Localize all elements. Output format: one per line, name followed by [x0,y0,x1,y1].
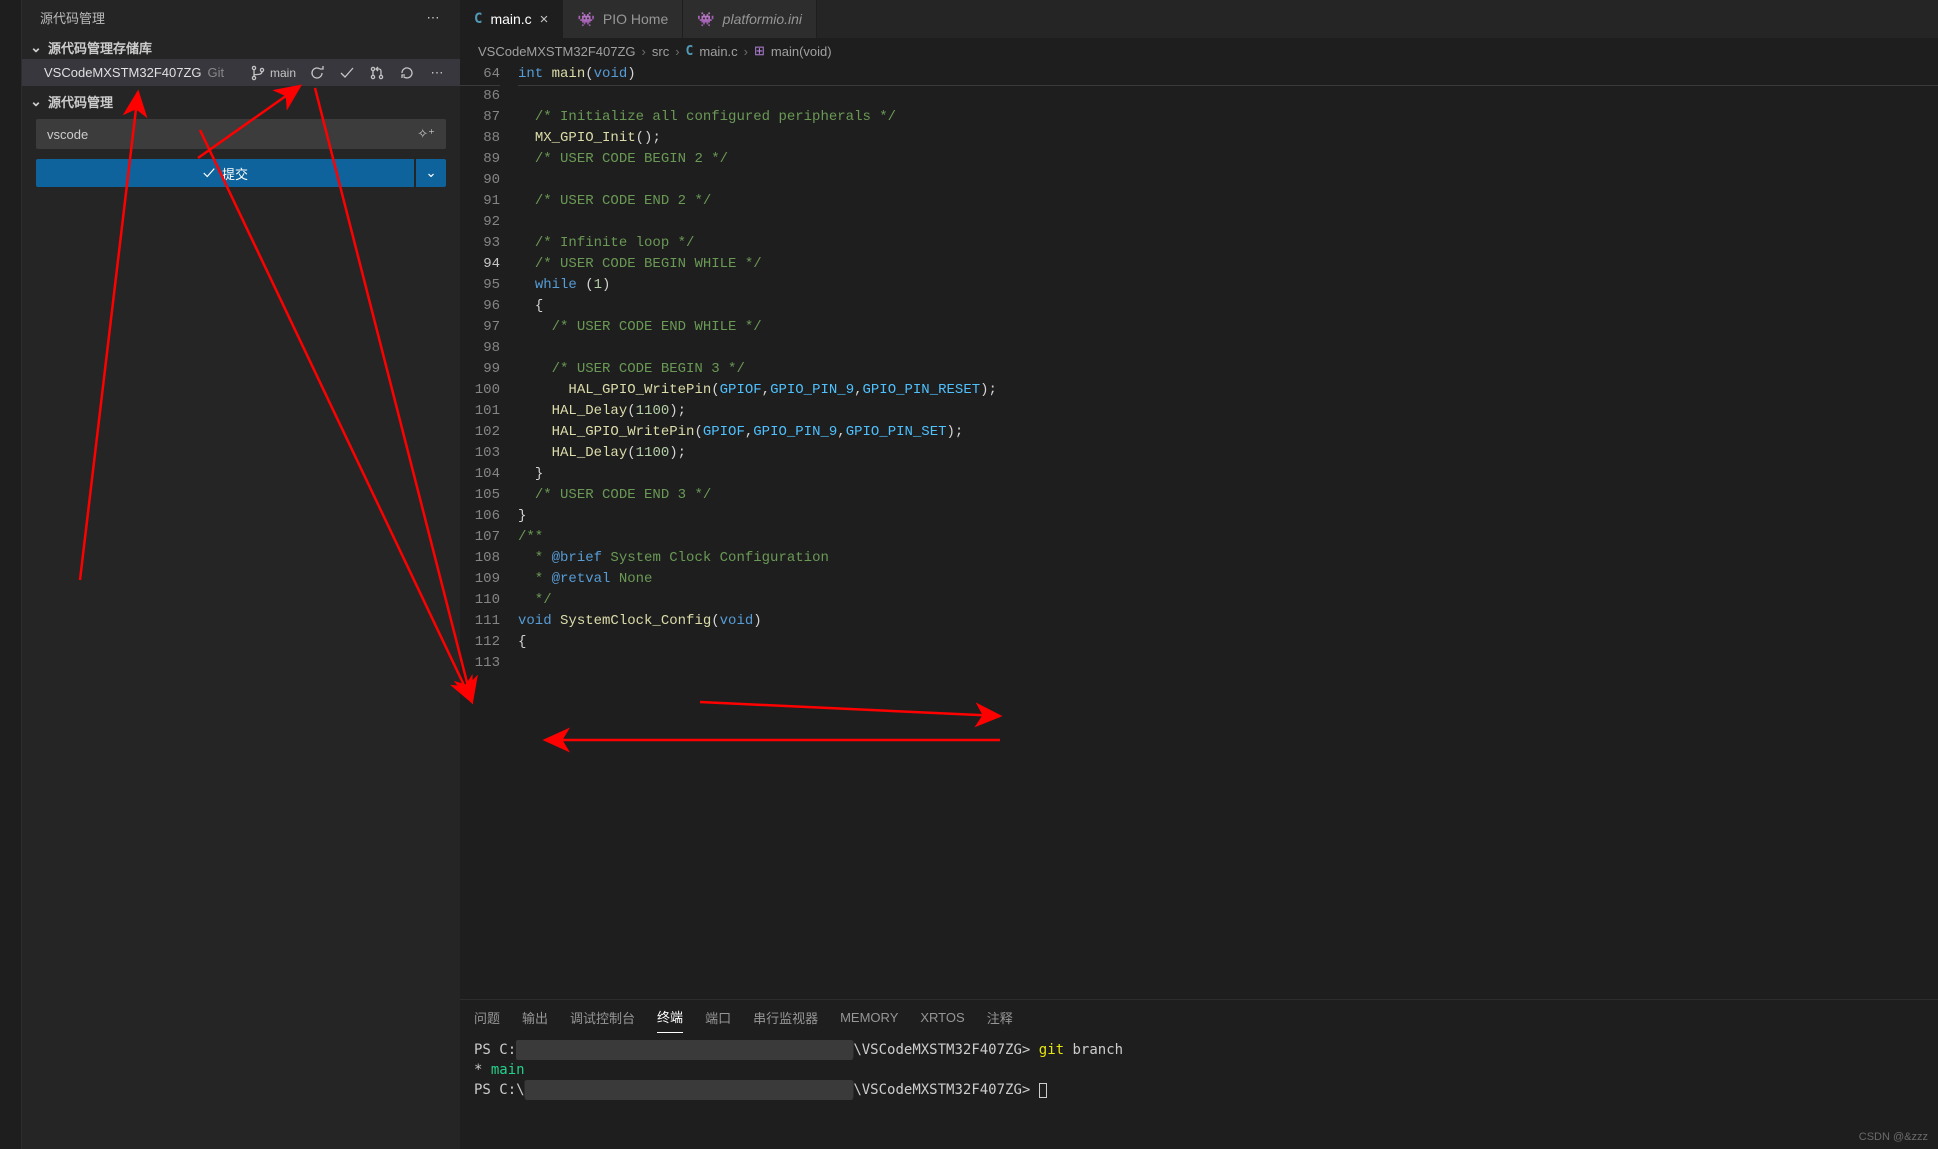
commit-message-text: vscode [47,127,88,142]
panel-tab-串行监视器[interactable]: 串行监视器 [753,1002,818,1033]
term-prompt: PS C: [474,1042,516,1058]
panel-tab-注释[interactable]: 注释 [987,1002,1013,1033]
pull-request-icon[interactable] [368,64,386,82]
term-path2-suffix: \VSCodeMXSTM32F407ZG> [853,1082,1030,1098]
function-icon: ⊞ [754,43,765,59]
repo-vcs: Git [208,65,225,80]
bc-project: VSCodeMXSTM32F407ZG [478,44,636,59]
term-cmd: git [1039,1042,1064,1058]
chevron-down-icon: ⌄ [28,39,44,56]
commit-button[interactable]: 提交 [36,159,414,187]
activity-bar [0,0,22,1149]
tab-pio-home[interactable]: 👾 PIO Home [563,0,683,38]
panel-tab-调试控制台[interactable]: 调试控制台 [570,1002,635,1033]
chevron-down-icon: ⌄ [28,93,44,110]
bc-file: main.c [699,44,737,59]
c-file-icon: C [474,11,482,27]
term-prompt2: PS C:\ [474,1082,525,1098]
commit-button-label: 提交 [222,164,248,183]
repo-name: VSCodeMXSTM32F407ZG [44,65,202,80]
pio-icon: 👾 [577,11,594,28]
redacted-path: ████████████████████████████████████████ [516,1040,853,1060]
chevron-right-icon: › [642,44,646,59]
section-repos-label: 源代码管理存储库 [48,38,152,57]
sync-icon[interactable] [308,64,326,82]
bc-folder: src [652,44,669,59]
sparkle-icon[interactable]: ✧⁺ [417,126,435,142]
section-scm-header[interactable]: ⌄ 源代码管理 [22,86,460,111]
editor-tabs: Cmain.c × 👾 PIO Home 👾 platformio.ini [460,0,1938,38]
watermark: CSDN @&zzz [1859,1131,1928,1143]
repo-row[interactable]: VSCodeMXSTM32F407ZG Git main [22,59,460,86]
redacted-path: ███████████████████████████████████████ [525,1080,854,1100]
section-scm-label: 源代码管理 [48,92,113,111]
more-icon[interactable]: ⋯ [428,64,446,82]
term-path-suffix: \VSCodeMXSTM32F407ZG> [853,1042,1030,1058]
term-marker: * [474,1062,482,1078]
sidebar-title-row: 源代码管理 ⋯ [22,0,460,35]
commit-message-input[interactable]: vscode ✧⁺ [36,119,446,149]
source-control-sidebar: 源代码管理 ⋯ ⌄ 源代码管理存储库 VSCodeMXSTM32F407ZG G… [22,0,460,1149]
panel-tabs: 问题输出调试控制台终端端口串行监视器 MEMORY XRTOS 注释 [460,1000,1938,1034]
code-editor[interactable]: 6486878889909192939495969798991001011021… [460,64,1938,999]
close-icon[interactable]: × [540,11,549,28]
panel-tab-输出[interactable]: 输出 [522,1002,548,1033]
breadcrumbs[interactable]: VSCodeMXSTM32F407ZG › src › C main.c › ⊞… [460,38,1938,64]
panel-tab-终端[interactable]: 终端 [657,1001,683,1033]
section-repos-header[interactable]: ⌄ 源代码管理存储库 [22,35,460,59]
chevron-right-icon: › [744,44,748,59]
term-cmd-arg: branch [1073,1042,1124,1058]
tab-main-c[interactable]: Cmain.c × [460,0,563,38]
refresh-icon[interactable] [398,64,416,82]
term-branch: main [491,1062,525,1078]
line-numbers: 6486878889909192939495969798991001011021… [460,64,518,999]
branch-name: main [270,66,296,80]
checkmark-icon[interactable] [338,64,356,82]
git-branch-icon [250,65,266,81]
c-file-icon: C [686,44,694,59]
tab-platformio-ini[interactable]: 👾 platformio.ini [683,0,817,38]
more-actions-icon[interactable]: ⋯ [424,9,442,27]
pio-icon: 👾 [697,11,714,28]
commit-dropdown[interactable]: ⌄ [416,159,446,187]
tab-label: platformio.ini [723,11,802,27]
terminal-cursor [1039,1083,1047,1098]
terminal-output[interactable]: PS C:███████████████████████████████████… [460,1034,1938,1149]
panel-tab-问题[interactable]: 问题 [474,1002,500,1033]
bottom-panel: 问题输出调试控制台终端端口串行监视器MEMORYXRTOS注释 PS C:███… [460,999,1938,1149]
tab-label: main.c [490,11,531,27]
sidebar-title: 源代码管理 [40,8,105,27]
panel-tab-端口[interactable]: 端口 [705,1002,731,1033]
panel-tab-XRTOS[interactable]: XRTOS [920,1004,964,1031]
chevron-down-icon: ⌄ [425,165,436,181]
bc-symbol: main(void) [771,44,832,59]
panel-tab-MEMORY[interactable]: MEMORY [840,1004,898,1031]
branch-indicator[interactable]: main [250,65,296,81]
chevron-right-icon: › [675,44,679,59]
tab-label: PIO Home [603,11,668,27]
code-content[interactable]: int main(void) /* Initialize all configu… [518,64,1938,999]
